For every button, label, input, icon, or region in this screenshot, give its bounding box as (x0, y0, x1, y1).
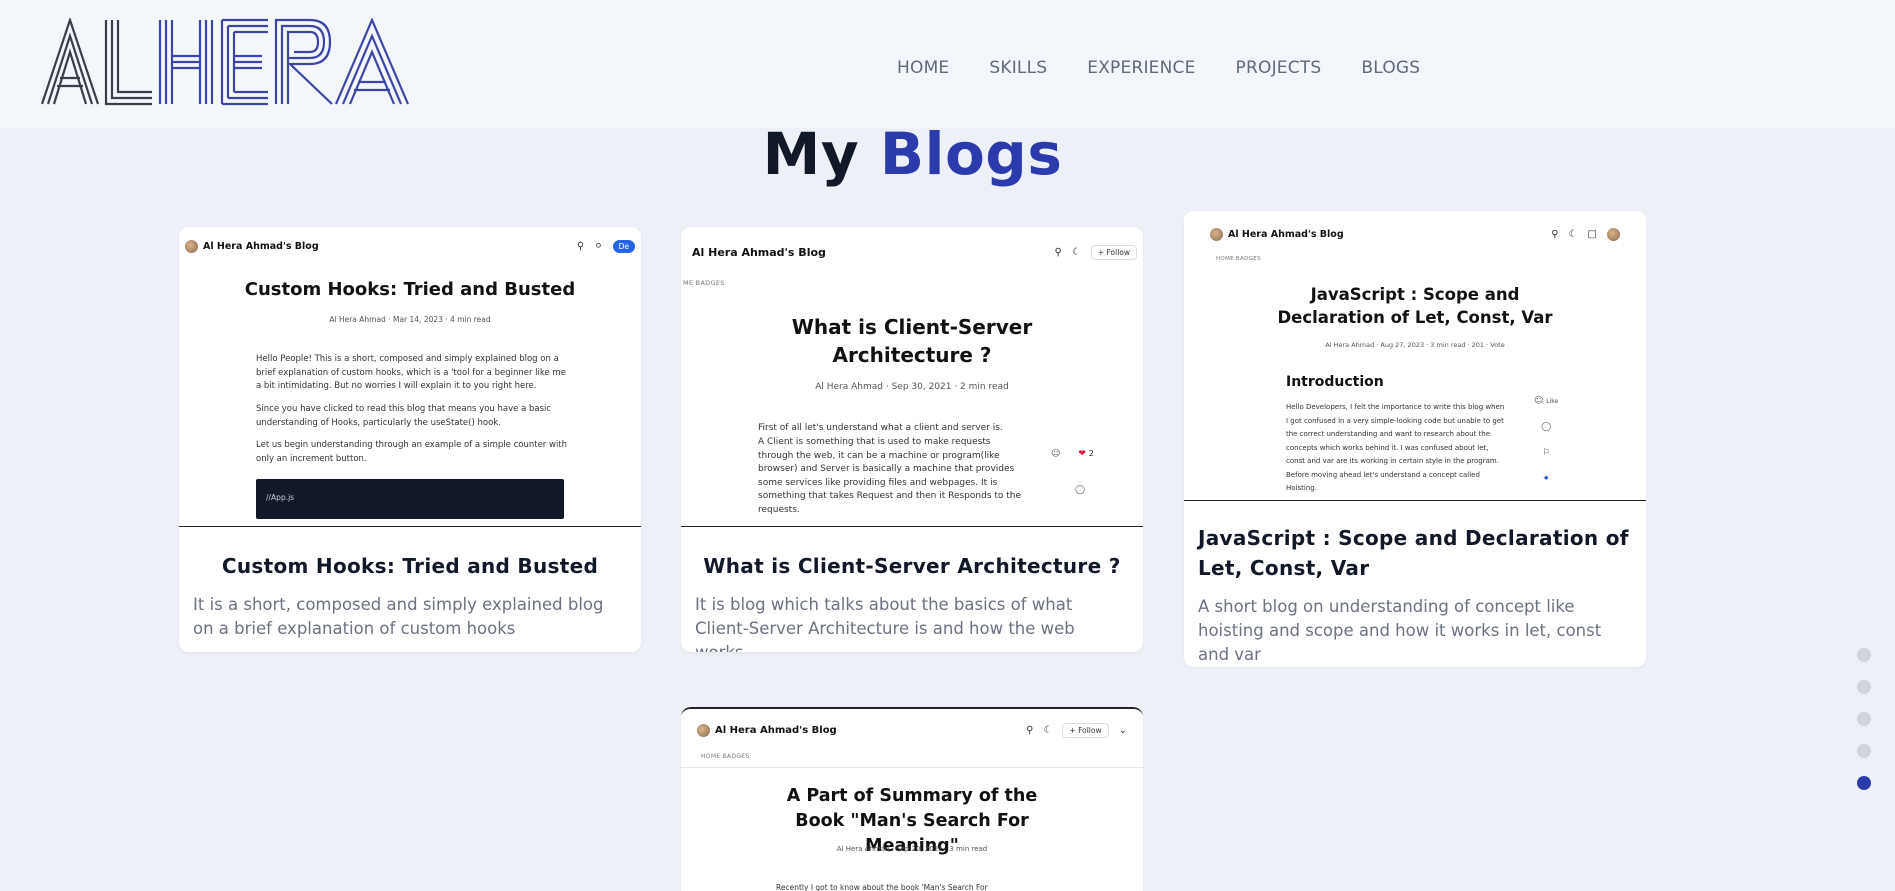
preview-icons: ⚲ ⚪ De (576, 239, 635, 253)
preview-divider (681, 767, 1143, 768)
preview-brand: Al Hera Ahmad's Blog (203, 240, 319, 252)
avatar (1210, 227, 1223, 241)
like-label: Like (1546, 398, 1559, 405)
like-icon: ☺ Like (1534, 396, 1559, 406)
pager-dot[interactable] (1857, 680, 1871, 694)
avatar (185, 239, 198, 253)
chevron-down-icon: ⌄ (1118, 724, 1127, 736)
search-icon: ⚲ (576, 240, 585, 252)
preview-icons: ⚲ ☾ + Follow ⌄ (1026, 722, 1127, 738)
card-description: It is a short, composed and simply expla… (193, 595, 604, 638)
moon-icon: ☾ (1071, 246, 1081, 258)
moon-icon: ☾ (1568, 228, 1578, 240)
preview-subnav: HOME BADGES (1216, 256, 1261, 262)
preview-meta: Al Hera Ahmad · Mar 14, 2023 · 4 min rea… (329, 315, 491, 324)
comment-icon: ◯ (1541, 422, 1552, 432)
search-icon: ⚲ (1026, 724, 1034, 736)
preview-paragraph: Hello People! This is a short, composed … (256, 354, 566, 391)
preview-brand: Al Hera Ahmad's Blog (1228, 228, 1344, 240)
card-body: What is Client-Server Architecture ? It … (681, 527, 1143, 652)
preview-paragraph: First of all let's understand what a cli… (758, 423, 1003, 433)
preview-icons: ⚲ ☾ □ (1551, 227, 1620, 241)
preview-paragraph: Hello Developers, I felt the importance … (1286, 403, 1505, 492)
preview-side-actions: ☺ Like ◯ ⚐ ✦ (1534, 396, 1558, 484)
blog-card-custom-hooks[interactable]: Al Hera Ahmad's Blog ⚲ ⚪ De Custom Hooks… (179, 227, 641, 652)
preview-heading: Introduction (1286, 374, 1384, 390)
card-title[interactable]: JavaScript : Scope and Declaration of Le… (1198, 523, 1632, 583)
site-header: HOME SKILLS EXPERIENCE PROJECTS BLOGS (0, 0, 1895, 128)
search-icon: ⚲ (1054, 246, 1062, 258)
site-logo[interactable] (40, 16, 416, 106)
comment-icon: ◯ (1075, 485, 1086, 495)
preview-topbar: Al Hera Ahmad's Blog ⚲ ☾ + Follow ⌄ (697, 721, 1127, 739)
moon-icon: ☾ (1043, 724, 1053, 736)
pager-dot-active[interactable] (1857, 776, 1871, 790)
card-body: Custom Hooks: Tried and Busted It is a s… (179, 527, 641, 652)
nav-blogs[interactable]: BLOGS (1361, 58, 1420, 78)
twitter-icon: ✦ (1542, 474, 1550, 484)
bell-icon: ⚪ (594, 240, 603, 252)
preview-meta: Al Hera Ahmad · Sep 30, 2021 · 2 min rea… (815, 382, 1009, 392)
preview-brand: Al Hera Ahmad's Blog (692, 245, 826, 259)
follow-button: + Follow (1090, 244, 1137, 260)
nav-skills[interactable]: SKILLS (989, 58, 1047, 78)
section-title-accent: Blogs (879, 120, 1063, 188)
preview-paragraph: A Client is something that is used to ma… (758, 437, 1022, 515)
preview-paragraph: Let us begin understanding through an ex… (256, 440, 568, 464)
avatar (697, 723, 710, 737)
nav-home[interactable]: HOME (897, 58, 949, 78)
blog-preview-image: Al Hera Ahmad's Blog ⚲ ☾ + Follow ⌄ HOME… (681, 709, 1143, 891)
follow-label: Follow (1078, 725, 1102, 735)
preview-title: JavaScript : Scope and Declaration of Le… (1277, 285, 1553, 327)
bookmark-icon: ⚐ (1542, 448, 1551, 458)
preview-topbar: Al Hera Ahmad's Blog ⚲ ⚪ De (185, 237, 635, 255)
blog-card-javascript-scope[interactable]: Al Hera Ahmad's Blog ⚲ ☾ □ HOME BADGES J… (1184, 211, 1646, 667)
preview-subnav: ME BADGES (683, 279, 725, 287)
preview-topbar: Al Hera Ahmad's Blog ⚲ ☾ + Follow (687, 243, 1137, 261)
section-title-plain: My (762, 120, 860, 188)
pager-dot[interactable] (1857, 648, 1871, 662)
logo-mark (40, 16, 410, 106)
avatar (1607, 227, 1620, 241)
blog-preview-image: Al Hera Ahmad's Blog ⚲ ☾ □ HOME BADGES J… (1184, 211, 1646, 501)
preview-meta: Al Hera Ahmad · Sep 20, 2021 · 3 min rea… (836, 845, 988, 853)
preview-subnav: HOME BADGES (701, 753, 750, 760)
card-description: It is blog which talks about the basics … (695, 595, 1075, 652)
blog-card-mans-search[interactable]: Al Hera Ahmad's Blog ⚲ ☾ + Follow ⌄ HOME… (681, 707, 1143, 891)
likes-count: 2 (1088, 449, 1094, 458)
pager-dot[interactable] (1857, 712, 1871, 726)
preview-title: Custom Hooks: Tried and Busted (244, 279, 576, 300)
nav-projects[interactable]: PROJECTS (1236, 58, 1322, 78)
emoji-icon: ☺ (1051, 449, 1061, 459)
blog-preview-image: Al Hera Ahmad's Blog ⚲ ⚪ De Custom Hooks… (179, 227, 641, 527)
card-title[interactable]: Custom Hooks: Tried and Busted (193, 551, 627, 581)
card-description: A short blog on understanding of concept… (1198, 597, 1602, 664)
follow-label: Follow (1106, 247, 1130, 257)
preview-paragraph: Since you have clicked to read this blog… (256, 404, 552, 428)
bag-icon: □ (1587, 228, 1597, 240)
card-body: JavaScript : Scope and Declaration of Le… (1184, 501, 1646, 667)
pager-dot[interactable] (1857, 744, 1871, 758)
section-pager (1857, 648, 1871, 790)
preview-code-block: //App.js (256, 479, 564, 519)
preview-paragraph: Recently I got to know about the book 'M… (776, 883, 988, 891)
search-icon: ⚲ (1551, 228, 1559, 240)
section-title: My Blogs (0, 120, 1825, 188)
preview-reactions: ☺ ❤ 2 (1051, 449, 1094, 459)
preview-meta: Al Hera Ahmad · Aug 27, 2023 · 3 min rea… (1325, 341, 1505, 349)
preview-icons: ⚲ ☾ + Follow (1054, 244, 1137, 260)
card-title[interactable]: What is Client-Server Architecture ? (695, 551, 1129, 581)
preview-button: De (612, 239, 635, 253)
preview-topbar: Al Hera Ahmad's Blog ⚲ ☾ □ (1210, 225, 1620, 243)
blog-card-client-server[interactable]: Al Hera Ahmad's Blog ⚲ ☾ + Follow ME BAD… (681, 227, 1143, 652)
preview-title: What is Client-Server Architecture ? (791, 315, 1033, 367)
follow-button: + Follow (1062, 722, 1109, 738)
nav-experience[interactable]: EXPERIENCE (1087, 58, 1195, 78)
blog-preview-image: Al Hera Ahmad's Blog ⚲ ☾ + Follow ME BAD… (681, 227, 1143, 527)
heart-icon: ❤ 2 (1078, 449, 1094, 459)
preview-brand: Al Hera Ahmad's Blog (715, 724, 837, 736)
main-nav: HOME SKILLS EXPERIENCE PROJECTS BLOGS (897, 58, 1420, 78)
